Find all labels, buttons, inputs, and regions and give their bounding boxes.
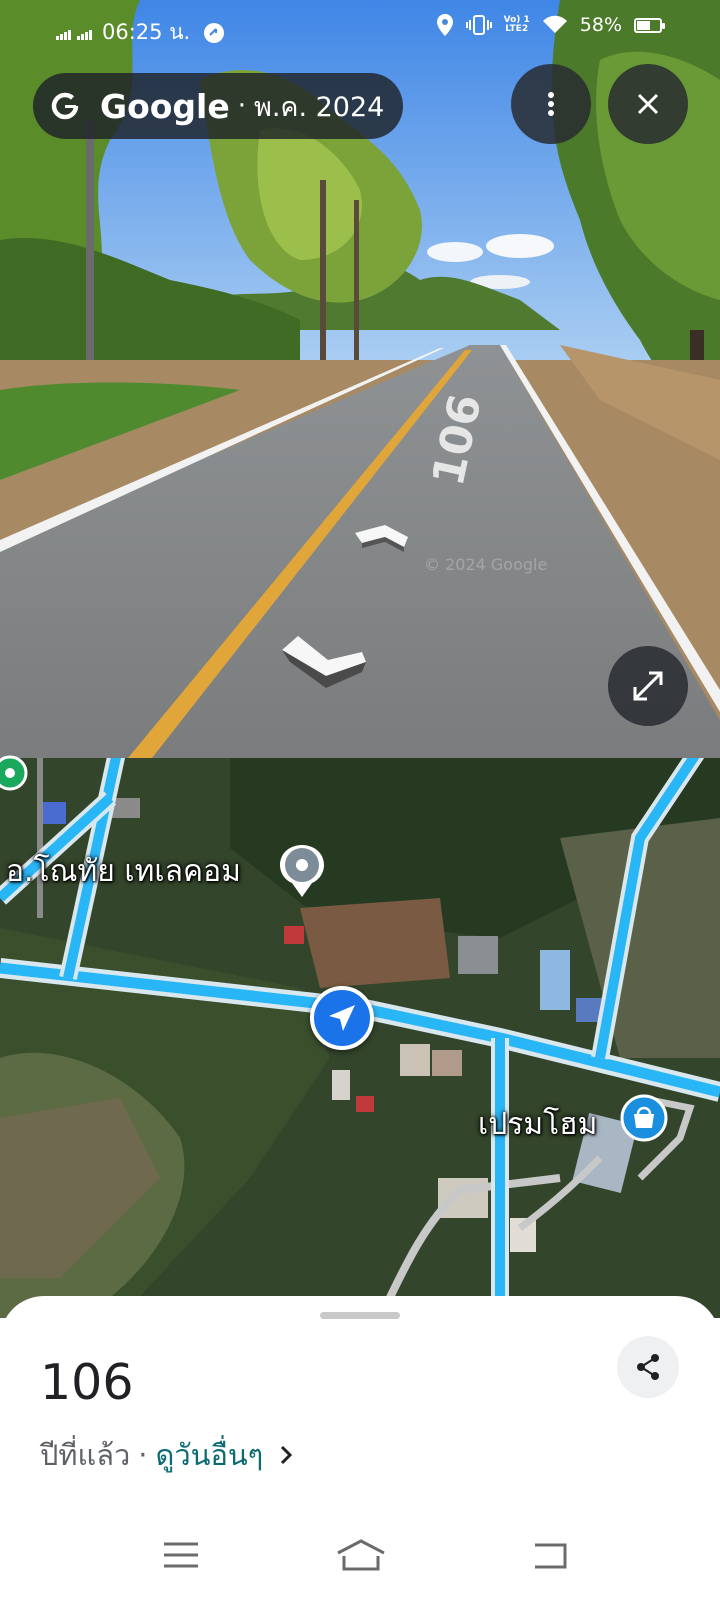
share-icon — [637, 1354, 659, 1380]
drag-handle[interactable] — [320, 1312, 400, 1319]
date-separator: · — [138, 1438, 148, 1472]
pill-separator: · — [237, 91, 247, 121]
time-ago-text: ปีที่แล้ว — [40, 1438, 131, 1472]
capture-date: พ.ค. 2024 — [254, 91, 385, 123]
imagery-info-pill[interactable]: Google · พ.ค. 2024 — [33, 73, 403, 139]
place-pin-icon[interactable] — [0, 755, 32, 795]
data-saver-icon — [204, 22, 225, 43]
more-vert-icon — [548, 92, 554, 116]
street-view-panorama[interactable]: 106 © 2024 Google 06:25 น. Vo) 1 LTE2 58… — [0, 0, 720, 758]
fullscreen-button[interactable] — [608, 646, 688, 726]
more-options-button[interactable] — [511, 64, 591, 144]
back-icon — [535, 1543, 567, 1569]
battery-icon — [634, 17, 665, 33]
navigation-arrow-icon — [329, 1005, 355, 1031]
place-title: 106 — [40, 1354, 134, 1411]
close-icon — [637, 93, 659, 115]
share-button[interactable] — [617, 1336, 679, 1398]
map-label-telecom[interactable]: อ.โณทัย เทเลคอม — [6, 848, 241, 895]
map-label-store[interactable]: เปรมโฮม — [478, 1101, 597, 1148]
imagery-date-row: ปีที่แล้ว · ดูวันอื่นๆ — [40, 1432, 293, 1478]
system-nav-bar — [0, 1510, 720, 1600]
copyright-watermark: © 2024 Google — [424, 555, 547, 574]
signal-1-icon — [56, 26, 72, 40]
shopping-pin-icon[interactable] — [620, 1094, 668, 1144]
home-icon — [337, 1539, 385, 1571]
close-button[interactable] — [608, 64, 688, 144]
google-g-icon — [51, 92, 79, 120]
google-brand: Google — [100, 86, 230, 126]
current-view-marker — [310, 986, 374, 1050]
status-time: 06:25 น. — [102, 20, 191, 44]
home-button[interactable] — [336, 1532, 386, 1578]
menu-icon — [164, 1542, 198, 1568]
chevron-right-icon[interactable] — [279, 1444, 293, 1466]
battery-percent: 58% — [579, 14, 622, 36]
place-pin-icon[interactable] — [278, 843, 326, 899]
status-bar: 06:25 น. Vo) 1 LTE2 58% — [0, 0, 720, 56]
vibrate-icon — [465, 15, 492, 35]
wifi-icon — [542, 15, 567, 33]
see-more-dates-link[interactable]: ดูวันอื่นๆ — [156, 1432, 264, 1478]
location-icon — [436, 14, 453, 36]
expand-icon — [633, 671, 663, 701]
recent-apps-button[interactable] — [156, 1532, 206, 1578]
back-button[interactable] — [524, 1532, 574, 1578]
signal-2-icon — [77, 26, 93, 40]
network-type-icon: Vo) 1 LTE2 — [503, 15, 530, 34]
